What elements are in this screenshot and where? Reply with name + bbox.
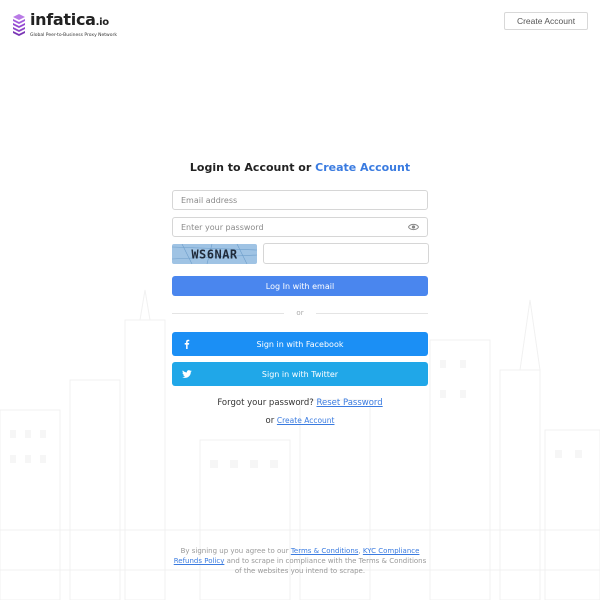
brand-tagline: Global Peer-to-Business Proxy Network bbox=[30, 33, 117, 38]
twitter-icon bbox=[182, 370, 192, 378]
legal-text-part2: and to scrape in compliance with the Ter… bbox=[226, 557, 427, 575]
brand-name: infatica.io bbox=[30, 12, 117, 31]
legal-text-part1: By signing up you agree to our bbox=[180, 547, 289, 555]
divider-line-right bbox=[316, 313, 428, 314]
legal-comma: , bbox=[358, 547, 361, 555]
forgot-password-text: Forgot your password? bbox=[217, 398, 314, 408]
facebook-icon bbox=[184, 339, 190, 349]
captcha-input[interactable] bbox=[263, 243, 429, 264]
brand-name-main: infatica bbox=[30, 10, 96, 29]
facebook-button-label: Sign in with Facebook bbox=[256, 339, 344, 349]
brand-logo[interactable]: infatica.io Global Peer-to-Business Prox… bbox=[12, 12, 117, 38]
forgot-password-row: Forgot your password? Reset Password bbox=[0, 398, 600, 408]
create-account-row: or Create Account bbox=[0, 416, 600, 426]
create-account-link[interactable]: Create Account bbox=[277, 416, 335, 425]
or-text: or bbox=[265, 416, 275, 426]
stacked-layers-icon bbox=[13, 14, 25, 36]
legal-notice: By signing up you agree to our Terms & C… bbox=[170, 546, 430, 576]
title-prefix: Login to Account or bbox=[189, 161, 312, 174]
kyc-compliance-link[interactable]: KYC Compliance bbox=[363, 547, 420, 555]
sign-in-facebook-button[interactable]: Sign in with Facebook bbox=[172, 332, 428, 356]
brand-text: infatica.io Global Peer-to-Business Prox… bbox=[30, 12, 117, 39]
title-create-account-link[interactable]: Create Account bbox=[315, 161, 410, 174]
login-page: infatica.io Global Peer-to-Business Prox… bbox=[0, 0, 600, 600]
email-field[interactable] bbox=[172, 190, 428, 210]
login-button-label: Log In with email bbox=[265, 281, 335, 291]
reset-password-link[interactable]: Reset Password bbox=[317, 398, 383, 408]
header-create-account-button[interactable]: Create Account bbox=[504, 12, 588, 30]
login-with-email-button[interactable]: Log In with email bbox=[172, 276, 428, 296]
sign-in-twitter-button[interactable]: Sign in with Twitter bbox=[172, 362, 428, 386]
captcha-text: WS6NAR bbox=[191, 248, 238, 262]
twitter-button-label: Sign in with Twitter bbox=[261, 369, 339, 379]
terms-link[interactable]: Terms & Conditions bbox=[291, 547, 359, 555]
page-title: Login to Account or Create Account bbox=[0, 161, 600, 174]
refunds-policy-link[interactable]: Refunds Policy bbox=[174, 557, 225, 565]
captcha-image: WS6NAR bbox=[172, 244, 257, 264]
eye-icon[interactable] bbox=[408, 222, 419, 232]
or-divider: or bbox=[172, 308, 428, 318]
password-field[interactable] bbox=[172, 217, 428, 237]
brand-name-suffix: .io bbox=[95, 17, 110, 28]
